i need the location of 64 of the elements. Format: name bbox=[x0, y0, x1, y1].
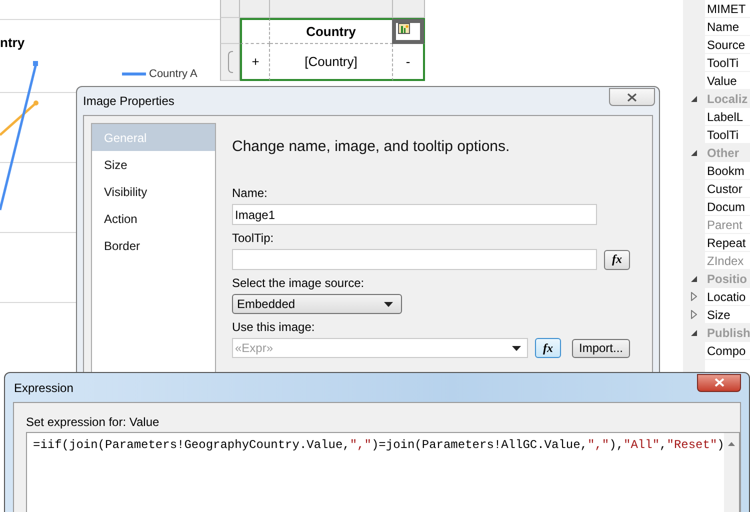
property-name[interactable]: ToolTi bbox=[705, 54, 750, 71]
scrollbar[interactable] bbox=[724, 433, 739, 512]
property-name[interactable]: Compo bbox=[705, 342, 750, 359]
page-list-item[interactable]: Size bbox=[92, 151, 215, 178]
corner-handle[interactable] bbox=[220, 0, 240, 18]
collapse-arrow-icon[interactable] bbox=[691, 276, 697, 282]
column-handle[interactable] bbox=[270, 0, 393, 18]
column-handle[interactable] bbox=[393, 0, 425, 18]
expression-button[interactable]: fx bbox=[535, 338, 561, 358]
name-field[interactable]: Image1 bbox=[232, 204, 597, 225]
collapse-arrow-icon[interactable] bbox=[691, 150, 697, 156]
image-icon bbox=[398, 23, 410, 34]
field-label: Select the image source: bbox=[232, 276, 366, 290]
field-label: Name: bbox=[232, 186, 268, 200]
property-name[interactable]: Docum bbox=[705, 198, 750, 215]
legend-marker-icon bbox=[122, 71, 146, 77]
page-list-item[interactable]: Border bbox=[92, 232, 215, 259]
expand-arrow-icon[interactable] bbox=[691, 310, 697, 319]
legend-label: Country A bbox=[149, 68, 198, 80]
dropdown-arrow-icon bbox=[384, 302, 393, 306]
tooltip-field[interactable] bbox=[232, 249, 597, 270]
property-name[interactable]: LabelL bbox=[705, 108, 750, 125]
close-icon bbox=[714, 378, 724, 387]
row-handle[interactable] bbox=[220, 44, 240, 81]
dialog-title: Expression bbox=[14, 380, 74, 394]
expression-code: =iif(join(Parameters!GeographyCountry.Value,",")=join(Parameters!AllGC.Value,","),"All","Reset") bbox=[32, 437, 724, 454]
dropdown-arrow-icon bbox=[512, 346, 521, 351]
image-source-dropdown[interactable]: Embedded bbox=[232, 294, 402, 314]
column-header: Country bbox=[306, 24, 356, 39]
close-icon bbox=[627, 92, 637, 102]
import-button[interactable]: Import... bbox=[572, 338, 630, 358]
property-name[interactable]: Size bbox=[705, 306, 750, 323]
field-label: ToolTip: bbox=[232, 231, 275, 245]
property-name[interactable]: Source bbox=[705, 36, 750, 53]
property-name[interactable]: Locatio bbox=[705, 288, 750, 305]
table-cell: [Country] bbox=[304, 54, 358, 69]
property-name[interactable]: MIMET bbox=[705, 0, 750, 17]
property-name[interactable]: ToolTi bbox=[705, 126, 750, 143]
image-combo-box[interactable]: «Expr» bbox=[232, 338, 528, 358]
scroll-up-icon[interactable] bbox=[728, 442, 736, 446]
property-name[interactable]: Repeat bbox=[705, 234, 750, 251]
dialog-title: Image Properties bbox=[83, 94, 174, 108]
close-button[interactable] bbox=[697, 374, 741, 392]
property-name[interactable]: Name bbox=[705, 18, 750, 35]
row-handle[interactable] bbox=[220, 18, 240, 44]
row-group-bracket bbox=[228, 51, 232, 73]
expression-button[interactable]: fx bbox=[604, 250, 630, 270]
field-label: Use this image: bbox=[232, 320, 316, 334]
property-name[interactable]: Bookm bbox=[705, 162, 750, 179]
table-cell: - bbox=[406, 54, 410, 69]
property-name[interactable]: Custor bbox=[705, 180, 750, 197]
page-heading: Change name, image, and tooltip options. bbox=[232, 138, 511, 155]
chart-title: ntry bbox=[0, 35, 25, 50]
column-handle[interactable] bbox=[240, 0, 270, 18]
close-button[interactable] bbox=[609, 88, 655, 106]
page-list-item[interactable]: Visibility bbox=[92, 178, 215, 205]
table-cell: + bbox=[252, 54, 260, 69]
collapse-arrow-icon[interactable] bbox=[691, 330, 697, 336]
page-list-item[interactable]: Action bbox=[92, 205, 215, 232]
collapse-arrow-icon[interactable] bbox=[691, 96, 697, 102]
expression-label: Set expression for: Value bbox=[26, 415, 160, 429]
property-name[interactable]: Value bbox=[705, 72, 750, 89]
expression-editor[interactable]: =iif(join(Parameters!GeographyCountry.Value,",")=join(Parameters!AllGC.Value,","),"All","Reset") bbox=[26, 432, 740, 512]
expand-arrow-icon[interactable] bbox=[691, 292, 697, 301]
